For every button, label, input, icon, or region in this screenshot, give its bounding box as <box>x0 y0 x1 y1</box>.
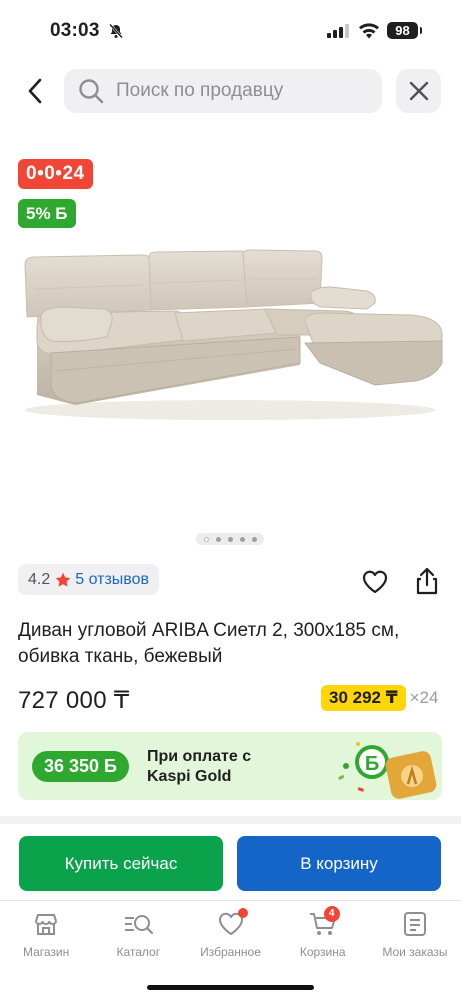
search-input[interactable] <box>116 80 366 102</box>
tab-cart[interactable]: 4 Корзина <box>277 901 369 972</box>
battery-cap <box>420 27 422 34</box>
chevron-left-icon <box>28 78 42 104</box>
tab-shop[interactable]: Магазин <box>0 901 92 972</box>
heart-icon <box>362 570 388 594</box>
tab-label: Корзина <box>299 945 346 959</box>
tab-catalog[interactable]: Каталог <box>92 901 184 972</box>
search-icon <box>79 79 104 104</box>
favorite-button[interactable] <box>361 568 389 596</box>
favorites-notification-dot <box>238 908 249 918</box>
shop-icon <box>35 914 58 935</box>
bonus-percent-badge: 5% Б <box>18 199 76 228</box>
product-title: Диван угловой ARIBA Сиетл 2, 300x185 см,… <box>18 620 400 667</box>
bottom-tab-bar: Магазин Каталог Избранное 4 Корзина Мои … <box>0 900 461 972</box>
star-icon <box>56 572 71 587</box>
close-button[interactable] <box>396 69 441 113</box>
top-bar <box>0 68 461 114</box>
catalog-search-icon <box>125 915 154 935</box>
search-box[interactable] <box>64 69 382 113</box>
close-icon <box>409 81 428 101</box>
carousel-dot <box>239 536 245 542</box>
tab-orders[interactable]: Мои заказы <box>369 901 461 972</box>
kaspi-gold-bonus: 36 350 Б <box>32 751 129 782</box>
kaspi-gold-text: При оплате с Kaspi Gold <box>147 748 252 785</box>
carousel-dot <box>203 536 209 542</box>
section-divider <box>0 816 461 824</box>
installment-info[interactable]: 30 292 ₸ ×24 <box>321 685 438 711</box>
share-button[interactable] <box>413 566 441 596</box>
home-indicator[interactable] <box>147 985 314 990</box>
battery-indicator: 98 <box>387 22 418 39</box>
tab-label: Мои заказы <box>382 945 448 959</box>
add-to-cart-button[interactable]: В корзину <box>237 836 441 891</box>
tab-label: Избранное <box>200 945 261 959</box>
installment-months: ×24 <box>409 688 439 707</box>
product-price: 727 000 ₸ <box>18 687 130 714</box>
installment-amount: 30 292 ₸ <box>321 685 406 711</box>
carousel-dot <box>215 536 221 542</box>
kaspi-gold-card-icon: Б <box>338 742 437 799</box>
cellular-signal-icon <box>327 24 349 38</box>
kaspi-gold-banner[interactable]: 36 350 Б При оплате с Kaspi Gold Б <box>18 732 442 800</box>
rating-value: 4.2 <box>28 570 51 588</box>
bell-muted-icon <box>109 23 123 39</box>
share-icon <box>416 567 438 595</box>
wifi-icon <box>359 23 379 39</box>
carousel-indicator[interactable] <box>196 533 264 545</box>
orders-icon <box>403 912 426 936</box>
rating-pill[interactable]: 4.2 5 отзывов <box>18 564 160 595</box>
tab-label: Каталог <box>116 945 161 959</box>
tab-favorites[interactable]: Избранное <box>184 901 276 972</box>
buy-now-button[interactable]: Купить сейчас <box>19 836 223 891</box>
reviews-link[interactable]: 5 отзывов <box>75 571 149 589</box>
product-image[interactable] <box>15 245 446 425</box>
svg-text:Б: Б <box>365 753 379 775</box>
tab-label: Магазин <box>22 945 70 959</box>
installment-promo-badge: 0•0•24 <box>18 159 93 189</box>
carousel-dot <box>227 536 233 542</box>
status-bar: 03:03 98 <box>0 0 461 62</box>
cart-count-badge: 4 <box>323 906 340 922</box>
back-button[interactable] <box>18 72 52 110</box>
status-time: 03:03 <box>50 20 100 41</box>
carousel-dot <box>251 536 257 542</box>
